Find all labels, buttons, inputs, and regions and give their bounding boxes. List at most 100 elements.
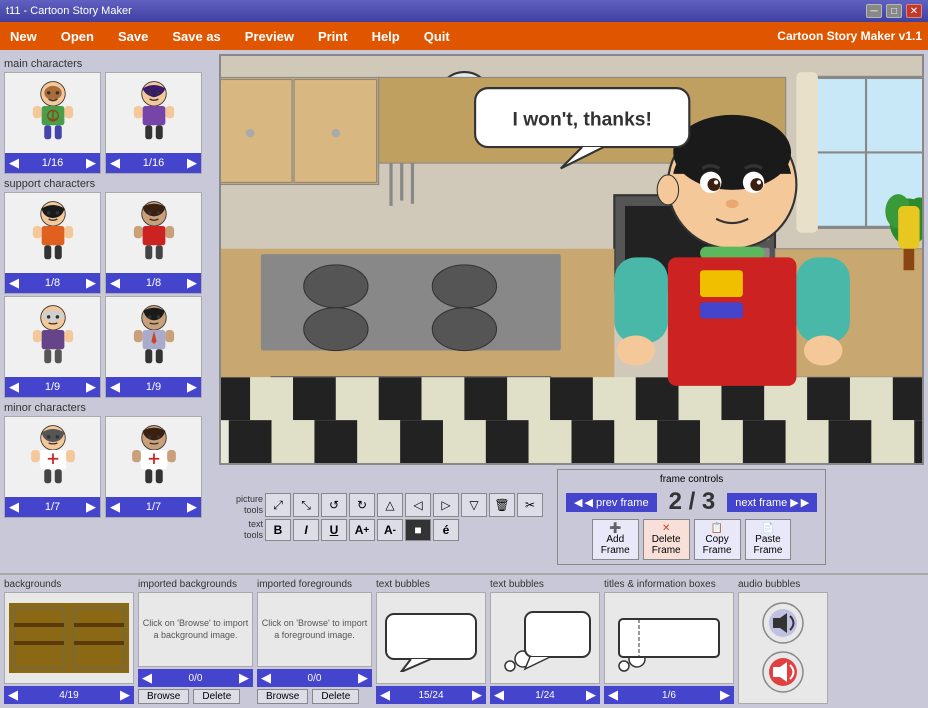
tool-font-larger[interactable]: A+	[349, 519, 375, 541]
backgrounds-section: backgrounds ◀ 4/19 ▶	[4, 579, 134, 704]
tool-font-smaller[interactable]: A-	[377, 519, 403, 541]
menu-saveas[interactable]: Save as	[168, 27, 224, 46]
menu-open[interactable]: Open	[57, 27, 98, 46]
menu-preview[interactable]: Preview	[241, 27, 298, 46]
char-img-5[interactable]	[5, 297, 100, 377]
prev-frame-button[interactable]: ◀◀ prev frame	[566, 493, 657, 512]
minor-characters-row: ◀ 1/7 ▶	[4, 416, 211, 518]
imported-bg-prev[interactable]: ◀	[142, 670, 152, 686]
next-frame-button[interactable]: next frame ▶▶	[727, 493, 817, 512]
frame-count: 2 / 3	[669, 488, 716, 516]
text-bubble-next[interactable]: ▶	[472, 687, 482, 703]
imported-fg-buttons: Browse Delete	[257, 689, 372, 704]
char-6-nav: ◀ 1/9 ▶	[106, 377, 201, 397]
text-bubbles-label: text bubbles	[376, 579, 486, 590]
char-img-4[interactable]	[106, 193, 201, 273]
menu-quit[interactable]: Quit	[420, 27, 454, 46]
close-button[interactable]: ✕	[906, 4, 922, 18]
titles-thumb[interactable]	[604, 592, 734, 684]
char-5-next[interactable]: ▶	[86, 379, 96, 395]
tool-expand[interactable]: ⤢	[265, 493, 291, 517]
tool-shrink[interactable]: ⤡	[293, 493, 319, 517]
char-8-next[interactable]: ▶	[187, 499, 197, 515]
tool-cut[interactable]: ✂	[517, 493, 543, 517]
tool-color[interactable]: ■	[405, 519, 431, 541]
char-2-prev[interactable]: ◀	[110, 155, 120, 171]
imported-fg-next[interactable]: ▶	[358, 670, 368, 686]
imported-backgrounds-section: imported backgrounds Click on 'Browse' t…	[138, 579, 253, 704]
audio-bubbles-thumb[interactable]	[738, 592, 828, 704]
text-bubble-prev[interactable]: ◀	[380, 687, 390, 703]
imported-bg-next[interactable]: ▶	[239, 670, 249, 686]
tool-rotate-left[interactable]: ↺	[321, 493, 347, 517]
titles-prev[interactable]: ◀	[608, 687, 618, 703]
tool-italic[interactable]: I	[293, 519, 319, 541]
scene-canvas[interactable]: I won't, thanks!	[219, 54, 924, 465]
text-tools-row: texttools B I U A+ A- ■ é	[223, 519, 543, 541]
char-img-8[interactable]	[106, 417, 201, 497]
char-7-prev[interactable]: ◀	[9, 499, 19, 515]
menu-save[interactable]: Save	[114, 27, 152, 46]
char-4-next[interactable]: ▶	[187, 275, 197, 291]
bg-prev[interactable]: ◀	[8, 687, 18, 703]
menu-print[interactable]: Print	[314, 27, 352, 46]
add-frame-button[interactable]: ➕AddFrame	[592, 519, 639, 560]
imported-fg-prev[interactable]: ◀	[261, 670, 271, 686]
tool-flip-v[interactable]: △	[377, 493, 403, 517]
tool-delete-pic[interactable]: 🗑	[489, 493, 515, 517]
text-bubble-2-next[interactable]: ▶	[586, 687, 596, 703]
menu-new[interactable]: New	[6, 27, 41, 46]
char-img-1[interactable]	[5, 73, 100, 153]
char-6-next[interactable]: ▶	[187, 379, 197, 395]
paste-frame-button[interactable]: 📄PasteFrame	[745, 519, 792, 560]
char-1-prev[interactable]: ◀	[9, 155, 19, 171]
char-3-next[interactable]: ▶	[86, 275, 96, 291]
maximize-button[interactable]: □	[886, 4, 902, 18]
char-1-next[interactable]: ▶	[86, 155, 96, 171]
minimize-button[interactable]: ─	[866, 4, 882, 18]
background-thumb[interactable]	[4, 592, 134, 684]
menu-help[interactable]: Help	[368, 27, 404, 46]
delete-fg-button[interactable]: Delete	[312, 689, 359, 704]
char-img-3[interactable]	[5, 193, 100, 273]
kitchen-scene: I won't, thanks!	[221, 56, 922, 463]
tool-bold[interactable]: B	[265, 519, 291, 541]
char-8-prev[interactable]: ◀	[110, 499, 120, 515]
char-8-nav: ◀ 1/7 ▶	[106, 497, 201, 517]
char-4-prev[interactable]: ◀	[110, 275, 120, 291]
delete-frame-button[interactable]: ✕DeleteFrame	[643, 519, 690, 560]
char-box-8: ◀ 1/7 ▶	[105, 416, 202, 518]
tool-rotate-right[interactable]: ↻	[349, 493, 375, 517]
char-img-7[interactable]	[5, 417, 100, 497]
text-bubble-2-prev[interactable]: ◀	[494, 687, 504, 703]
char-7-next[interactable]: ▶	[86, 499, 96, 515]
char-6-prev[interactable]: ◀	[110, 379, 120, 395]
tool-underline[interactable]: U	[321, 519, 347, 541]
char-2-next[interactable]: ▶	[187, 155, 197, 171]
text-bubble-2-thumb[interactable]	[490, 592, 600, 684]
char-2-nav: ◀ 1/16 ▶	[106, 153, 201, 173]
browse-fg-button[interactable]: Browse	[257, 689, 308, 704]
char-2-svg	[119, 78, 189, 148]
browse-bg-button[interactable]: Browse	[138, 689, 189, 704]
titles-next[interactable]: ▶	[720, 687, 730, 703]
delete-bg-button[interactable]: Delete	[193, 689, 240, 704]
tool-flip-h[interactable]: ◁	[405, 493, 431, 517]
copy-frame-button[interactable]: 📋CopyFrame	[694, 519, 741, 560]
text-bubble-thumb[interactable]	[376, 592, 486, 684]
char-5-nav: ◀ 1/9 ▶	[5, 377, 100, 397]
text-bubble-preview	[381, 604, 481, 672]
frame-controls-label: frame controls	[660, 474, 723, 485]
tool-move-down[interactable]: ▽	[461, 493, 487, 517]
support-characters-row1: ◀ 1/8 ▶	[4, 192, 211, 294]
bg-next[interactable]: ▶	[120, 687, 130, 703]
tool-special-char[interactable]: é	[433, 519, 459, 541]
tool-move-right[interactable]: ▷	[433, 493, 459, 517]
audio-btn-1-svg	[753, 601, 813, 646]
char-7-count: 1/7	[45, 501, 60, 513]
char-3-prev[interactable]: ◀	[9, 275, 19, 291]
char-5-svg	[18, 302, 88, 372]
char-img-6[interactable]	[106, 297, 201, 377]
char-5-prev[interactable]: ◀	[9, 379, 19, 395]
char-img-2[interactable]	[106, 73, 201, 153]
